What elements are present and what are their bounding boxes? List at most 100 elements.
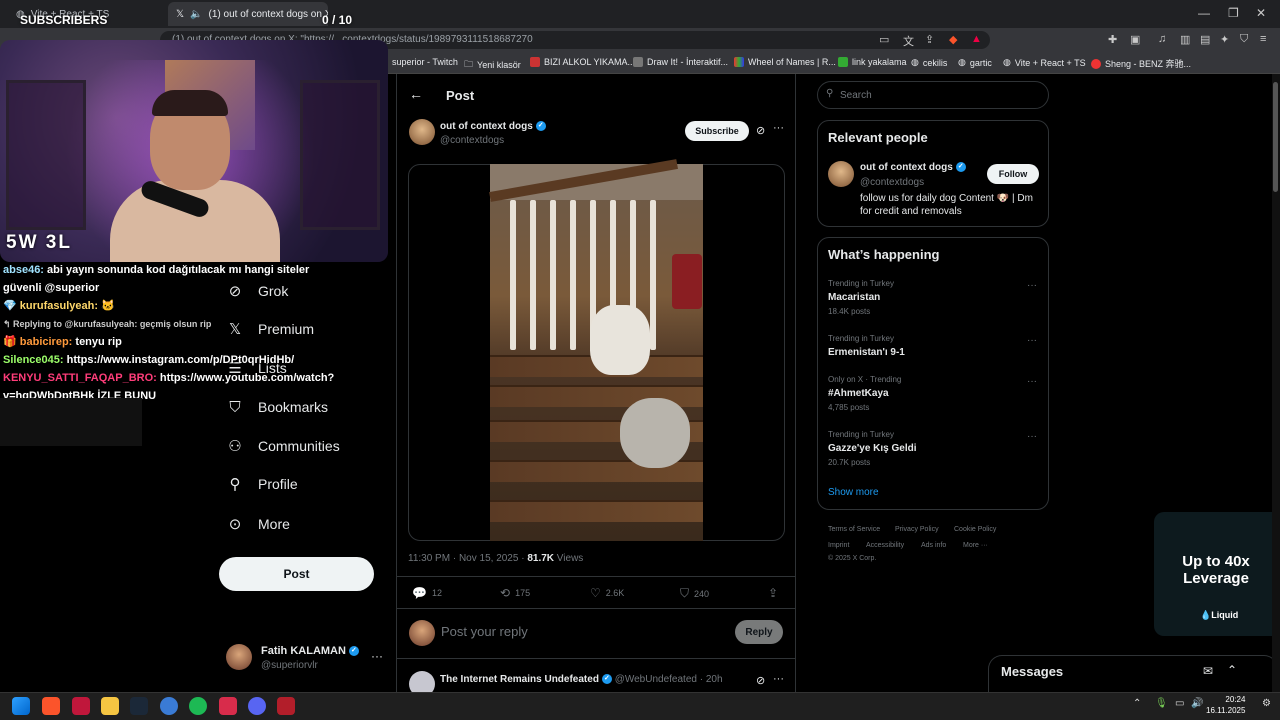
site-icon [838, 57, 848, 67]
trend-name[interactable]: Ermenistan'ı 9-1 [828, 347, 905, 358]
author-name[interactable]: out of context dogs ✓ [440, 121, 546, 132]
grok-icon[interactable]: ⊘ [756, 124, 765, 137]
chat-message: 🎁 babicirep: tenyu rip [3, 336, 122, 348]
sidebar-icon[interactable]: ▥ [1180, 33, 1190, 46]
trend-name[interactable]: Gazze'ye Kış Geldi [828, 443, 917, 454]
account-name: Fatih KALAMAN ✓ [261, 645, 359, 657]
more-dots-icon[interactable]: ··· [371, 649, 383, 663]
share-icon[interactable]: ⇪ [925, 33, 934, 46]
vpn-icon[interactable]: ⛉ [1240, 33, 1248, 46]
search-input[interactable]: Search [817, 81, 1049, 109]
steam-icon[interactable] [130, 697, 148, 715]
relevant-name[interactable]: out of context dogs ✓ [860, 162, 966, 173]
grok-icon[interactable]: ⊘ [756, 674, 765, 687]
chevron-up-icon[interactable]: ⌃ [1227, 663, 1237, 677]
video-baluster [570, 200, 576, 350]
close-window-icon[interactable]: ✕ [1256, 6, 1266, 20]
maps-icon[interactable] [72, 697, 90, 715]
reply-button[interactable]: Reply [735, 620, 783, 644]
music-icon[interactable]: ♫ [1158, 33, 1166, 45]
footer-link[interactable]: More ··· [963, 542, 988, 549]
more-dots-icon[interactable]: ··· [1027, 431, 1037, 442]
brave-icon[interactable] [42, 697, 60, 715]
bookmark-8[interactable]: ◍ gartic [958, 57, 992, 68]
nav-communities[interactable]: ⚇ Communities [226, 431, 340, 461]
account-switcher[interactable]: Fatih KALAMAN ✓ @superiorvlr ··· [226, 644, 396, 674]
menu-icon[interactable]: ≡ [1260, 33, 1266, 45]
minimize-icon[interactable]: — [1198, 6, 1210, 20]
more-dots-icon[interactable]: ··· [1027, 280, 1037, 291]
relevant-handle[interactable]: @contextdogs [860, 177, 924, 188]
subscribe-button[interactable]: Subscribe [685, 121, 749, 141]
bookmark-1[interactable]: superior - Twitch [392, 57, 458, 67]
author-avatar[interactable] [409, 119, 435, 145]
bookmark-label: Draw It! - İnteraktif... [647, 57, 729, 67]
nav-profile[interactable]: ⚲ Profile [226, 469, 298, 499]
site-icon [734, 57, 744, 67]
discord-icon[interactable] [248, 697, 266, 715]
globe-icon: ◍ [1003, 57, 1011, 67]
mic-icon[interactable]: 🎙 [1155, 698, 1168, 709]
tab-x-post[interactable]: 𝕏 🔈 (1) out of context dogs on X ✕ [168, 2, 328, 26]
footer-link[interactable]: Cookie Policy [954, 526, 996, 533]
network-icon[interactable]: ▭ [1175, 698, 1184, 709]
share-action[interactable]: ⇪ [768, 586, 778, 600]
notification-icon[interactable]: ⚙ [1262, 698, 1271, 709]
bookmark-6[interactable]: link yakalama [838, 57, 907, 67]
bookmark-9[interactable]: ◍ Vite + React + TS [1003, 57, 1086, 68]
reply-input[interactable]: Post your reply [441, 624, 528, 639]
bookmark-2[interactable]: 🗀 Yeni klasör [464, 57, 521, 73]
bookmark-label: Wheel of Names | R... [748, 57, 836, 67]
brave-shield-icon[interactable]: ◆ [949, 33, 957, 46]
repost-action[interactable]: ⟲ 175 [500, 586, 530, 600]
back-arrow-icon[interactable]: ← [409, 86, 423, 102]
bookmark-4[interactable]: Draw It! - İnteraktif... [633, 57, 728, 67]
trend-name[interactable]: #AhmetKaya [828, 388, 889, 399]
bookmark-3[interactable]: BIZI ALKOL YIKAMA... [530, 57, 635, 67]
trend-name[interactable]: Macaristan [828, 292, 880, 303]
cast-icon[interactable]: ▭ [879, 33, 889, 46]
bookmark-10[interactable]: Sheng - BENZ 奔驰... [1091, 57, 1191, 70]
volume-icon[interactable]: 🔊 [1191, 698, 1203, 709]
app-icon[interactable] [219, 697, 237, 715]
video-baluster [510, 200, 516, 350]
like-action[interactable]: ♡ 2.6K [590, 586, 624, 600]
chevron-up-icon[interactable]: ⌃ [1133, 698, 1141, 709]
spotify-icon[interactable] [189, 697, 207, 715]
screenshot-icon[interactable]: ▣ [1130, 33, 1140, 46]
app-icon[interactable] [160, 697, 178, 715]
scrollbar-thumb[interactable] [1273, 82, 1278, 192]
more-dots-icon[interactable]: ··· [1027, 335, 1037, 346]
more-dots-icon[interactable]: ··· [1027, 376, 1037, 387]
extensions-icon[interactable]: ✚ [1108, 33, 1117, 46]
new-message-icon[interactable]: ✉ [1203, 664, 1213, 678]
relevant-avatar[interactable] [828, 161, 854, 187]
bookmark-5[interactable]: Wheel of Names | R... [734, 57, 836, 67]
reply-action[interactable]: 💬 12 [412, 586, 442, 600]
translate-icon[interactable]: 文 [903, 33, 914, 49]
bookmark-7[interactable]: ◍ cekilis [911, 57, 947, 68]
footer-link[interactable]: Privacy Policy [895, 526, 939, 533]
post-button[interactable]: Post [219, 557, 374, 591]
footer-link[interactable]: Imprint [828, 542, 849, 549]
follow-button[interactable]: Follow [987, 164, 1039, 184]
author-handle[interactable]: @contextdogs [440, 135, 504, 146]
start-icon[interactable] [12, 697, 30, 715]
nav-more[interactable]: ⊙ More [226, 509, 290, 539]
app-icon[interactable] [277, 697, 295, 715]
leo-icon[interactable]: ✦ [1220, 33, 1229, 46]
folder-icon[interactable] [101, 697, 119, 715]
more-dots-icon[interactable]: ··· [773, 673, 784, 685]
reply-author[interactable]: The Internet Remains Undefeated ✓ @WebUnd… [440, 674, 723, 685]
footer-link[interactable]: Terms of Service [828, 526, 880, 533]
wallet-icon[interactable]: ▤ [1200, 33, 1210, 46]
more-dots-icon[interactable]: ··· [773, 122, 784, 134]
clock[interactable]: 20:24 16.11.2025 [1206, 694, 1245, 716]
bookmark-action[interactable]: ⛉ 240 [680, 586, 709, 601]
footer-link[interactable]: Ads info [921, 542, 946, 549]
restore-icon[interactable]: ❐ [1228, 6, 1239, 20]
footer-link[interactable]: Accessibility [866, 542, 904, 549]
show-more-link[interactable]: Show more [828, 487, 879, 498]
nav-label: Communities [258, 438, 340, 454]
brave-rewards-icon[interactable]: ▲ [971, 33, 982, 45]
